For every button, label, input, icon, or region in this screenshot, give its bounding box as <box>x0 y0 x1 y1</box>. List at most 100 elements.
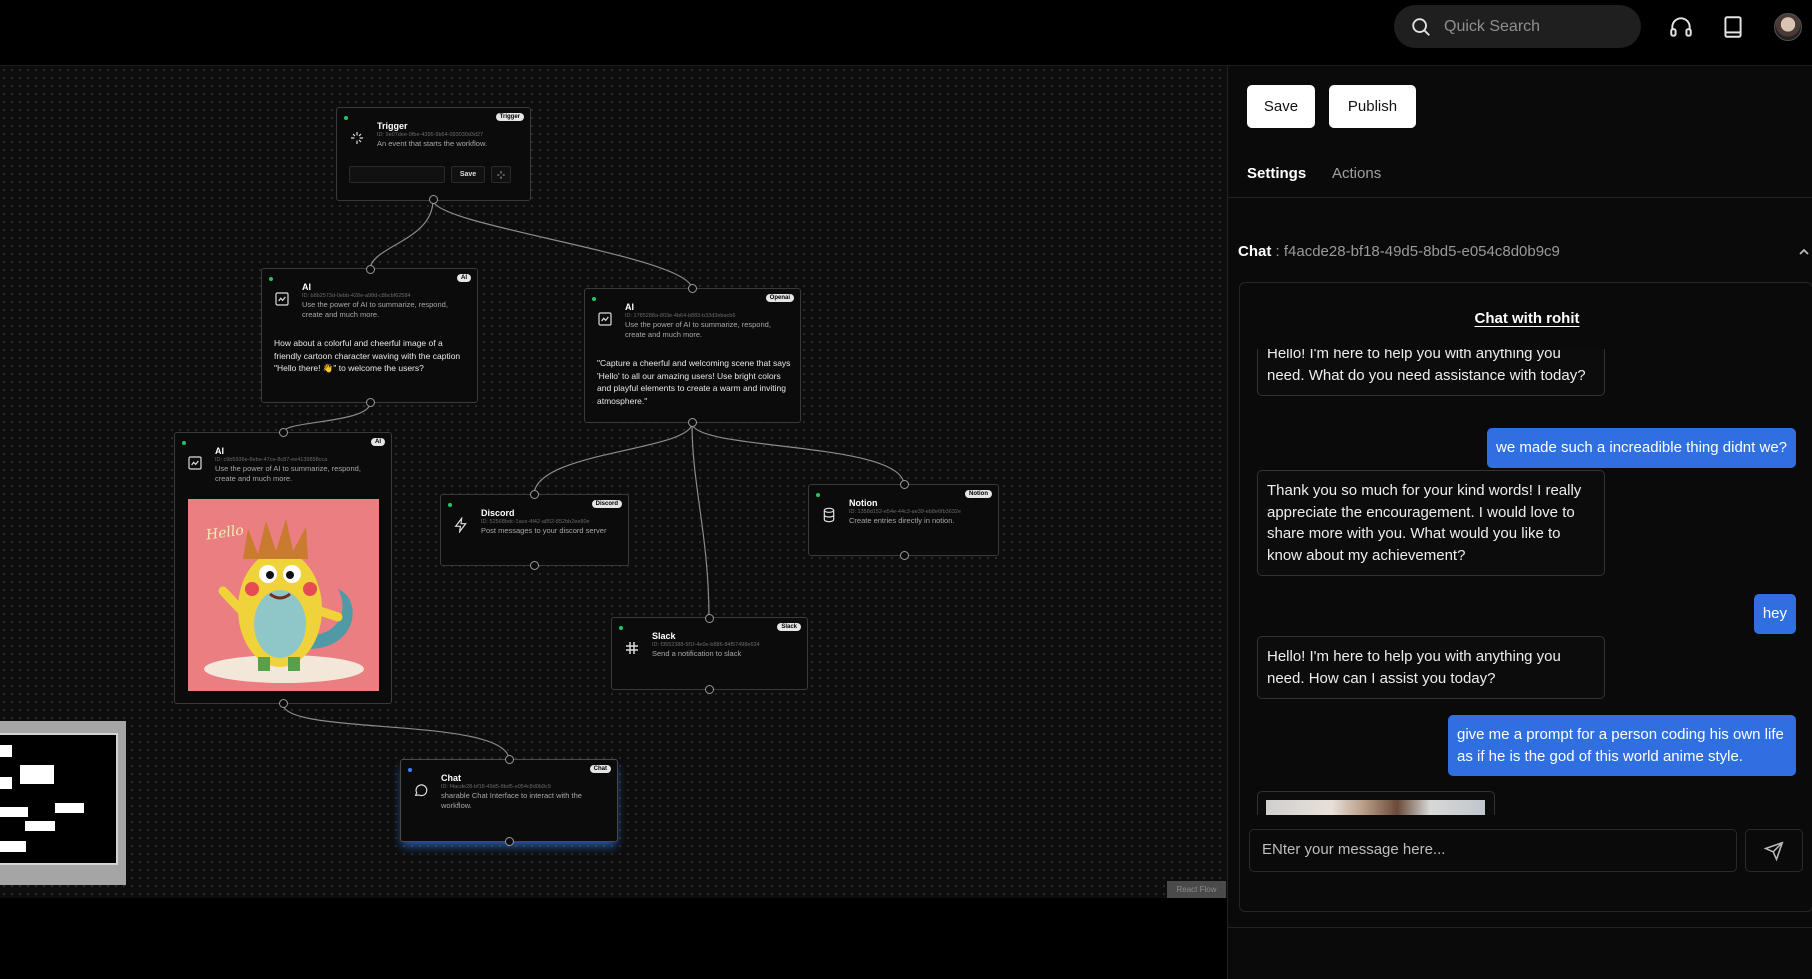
ai-response-text: How about a colorful and cheerful image … <box>274 338 461 373</box>
minimap-node <box>25 821 55 831</box>
node-id: ID: 9e07dee-9fbe-4395-9b64-093030d3d27 <box>377 132 484 138</box>
node-badge: Openai <box>765 294 794 302</box>
lightning-icon <box>454 517 467 533</box>
sparkle-icon <box>351 132 363 144</box>
user-message: hey <box>1753 594 1796 634</box>
chat-node[interactable]: Chat Chat ID: f4acde28-bf18-49d5-8bd5-e0… <box>400 759 618 842</box>
chat-title: Chat with rohit <box>1474 310 1580 327</box>
node-handle[interactable] <box>505 837 514 846</box>
ai-icon <box>188 456 202 470</box>
canvas-footer <box>0 898 1227 979</box>
node-badge: Discord <box>591 500 622 508</box>
node-description: Send a notification to slack <box>652 649 742 658</box>
status-dot <box>592 297 596 301</box>
node-description: Use the power of AI to summarize, respon… <box>302 300 448 319</box>
search-input[interactable] <box>1444 17 1614 36</box>
database-icon <box>823 507 835 523</box>
slack-icon <box>626 642 638 654</box>
node-title: Trigger <box>377 121 408 131</box>
divider <box>1228 927 1812 928</box>
node-handle[interactable] <box>900 551 909 560</box>
node-handle[interactable] <box>705 614 714 623</box>
edge-ai3-chat <box>282 703 510 761</box>
tab-settings[interactable]: Settings <box>1247 165 1306 182</box>
message-list[interactable]: Hello! I'm here to help you with anythin… <box>1240 349 1812 815</box>
top-bar <box>0 0 1812 66</box>
save-button[interactable]: Save <box>1247 85 1315 128</box>
ai-node[interactable]: Openai AI ID: 1785288a-803e-4b64-b883-b3… <box>584 288 801 423</box>
minimap-node <box>0 777 12 789</box>
book-icon[interactable] <box>1718 12 1748 42</box>
node-id: ID: 1358d152-e54e-44c3-ae39-eb8e6fb3632e <box>849 509 961 515</box>
node-id: ID: 1785288a-803e-4b64-b883-b33d3ebacb6 <box>625 313 736 319</box>
ai-icon <box>275 292 289 306</box>
node-badge: Trigger <box>495 113 524 121</box>
edge-ai1-ai3 <box>282 402 371 433</box>
workflow-canvas[interactable]: Trigger Trigger ID: 9e07dee-9fbe-4395-9b… <box>0 66 1227 979</box>
node-handle[interactable] <box>705 685 714 694</box>
node-id: ID: b8b2573d-0ebb-428e-a98d-c8bcbf62584 <box>302 293 411 299</box>
slack-node[interactable]: Slack Slack ID: f3552388-5f1f-4e0e-b886-… <box>611 617 808 690</box>
node-id: ID: 52568bdc-1ace-4f42-a852-852bb2ee80e <box>481 519 590 525</box>
node-badge: Notion <box>965 490 992 498</box>
node-handle[interactable] <box>688 418 697 427</box>
headphones-icon[interactable] <box>1666 12 1696 42</box>
notion-node[interactable]: Notion Notion ID: 1358d152-e54e-44c3-ae3… <box>808 484 999 556</box>
trigger-input[interactable] <box>349 166 445 183</box>
chevron-up-icon[interactable] <box>1798 247 1810 257</box>
node-description: sharable Chat Interface to interact with… <box>441 791 582 810</box>
edge-trigger-ai1 <box>369 199 434 271</box>
publish-button[interactable]: Publish <box>1329 85 1416 128</box>
edge-ai2-notion <box>691 422 905 486</box>
node-handle[interactable] <box>279 699 288 708</box>
tab-actions[interactable]: Actions <box>1332 165 1381 182</box>
node-handle[interactable] <box>505 755 514 764</box>
minimap-node <box>0 841 26 852</box>
node-handle[interactable] <box>279 428 288 437</box>
message-input[interactable] <box>1262 841 1722 858</box>
search-icon <box>1412 17 1430 36</box>
sparkle-icon <box>497 171 505 179</box>
minimap-viewport <box>0 733 118 865</box>
node-handle[interactable] <box>688 284 697 293</box>
minimap-node <box>55 803 84 813</box>
right-panel: Save Publish Settings Actions Chat : f4a… <box>1227 66 1812 979</box>
node-handle[interactable] <box>900 480 909 489</box>
node-description: Post messages to your discord server <box>481 526 607 535</box>
node-handle[interactable] <box>366 398 375 407</box>
quick-search[interactable] <box>1394 5 1641 48</box>
bot-message: Hello! I'm here to help you with anythin… <box>1257 636 1605 699</box>
node-id: ID: c9b5936e-8ebe-47ce-8c87-ee4139898cca <box>215 457 328 463</box>
ai-node[interactable]: AI AI ID: c9b5936e-8ebe-47ce-8c87-ee4139… <box>174 432 392 704</box>
minimap-node <box>20 765 54 784</box>
status-dot <box>269 277 273 281</box>
panel-tabs: Settings Actions <box>1228 156 1812 198</box>
node-badge: Chat <box>589 765 611 773</box>
status-dot <box>408 768 412 772</box>
minimap[interactable] <box>0 721 126 885</box>
trigger-node[interactable]: Trigger Trigger ID: 9e07dee-9fbe-4395-9b… <box>336 107 531 201</box>
node-id: ID: f3552388-5f1f-4e0e-b886-84f57498e634 <box>652 642 760 648</box>
status-dot <box>816 493 820 497</box>
node-description: Create entries directly in notion. <box>849 516 955 525</box>
trigger-save-button[interactable]: Save <box>451 166 485 183</box>
trigger-run-button[interactable] <box>491 166 511 183</box>
message-composer[interactable] <box>1249 829 1737 872</box>
node-badge: Slack <box>777 623 801 631</box>
node-handle[interactable] <box>366 265 375 274</box>
discord-node[interactable]: Discord Discord ID: 52568bdc-1ace-4f42-a… <box>440 494 629 566</box>
ai-response-text: "Capture a cheerful and welcoming scene … <box>597 358 791 406</box>
chat-label: Chat <box>1238 243 1272 260</box>
react-flow-attribution[interactable]: React Flow <box>1167 881 1226 898</box>
node-title: AI <box>302 282 311 292</box>
avatar[interactable] <box>1774 13 1802 41</box>
chat-section-header[interactable]: Chat : f4acde28-bf18-49d5-8bd5-e054c8d0b… <box>1238 243 1560 260</box>
node-handle[interactable] <box>530 561 539 570</box>
chat-window: Chat with rohit Hello! I'm here to help … <box>1239 282 1812 912</box>
node-handle[interactable] <box>429 195 438 204</box>
status-dot <box>619 626 623 630</box>
node-handle[interactable] <box>530 490 539 499</box>
ai-node[interactable]: AI AI ID: b8b2573d-0ebb-428e-a98d-c8bcbf… <box>261 268 478 403</box>
node-description: An event that starts the workflow. <box>377 139 488 148</box>
send-button[interactable] <box>1745 829 1803 872</box>
